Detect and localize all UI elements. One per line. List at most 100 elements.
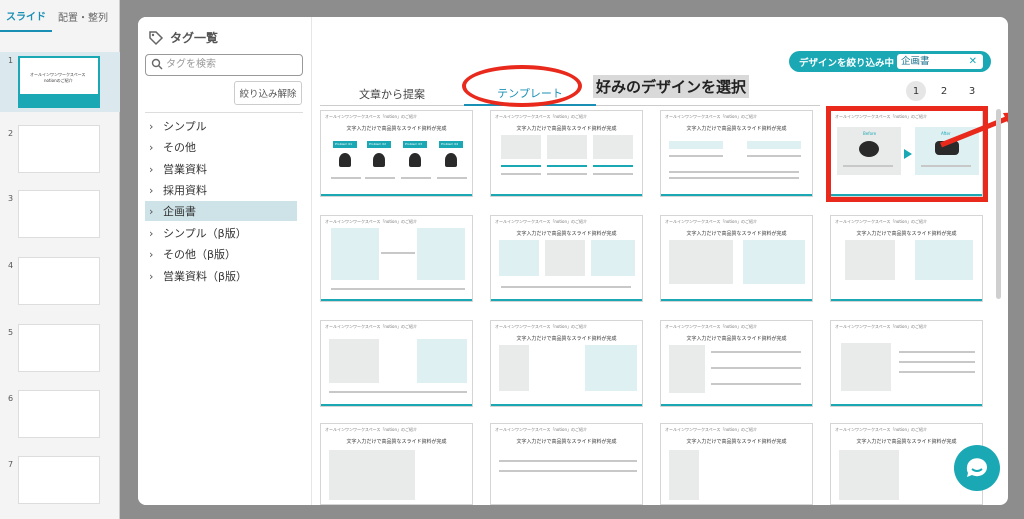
- template-card[interactable]: オールインワンワークスペース「notion」のご紹介 文字入力だけで高品質なスラ…: [660, 215, 813, 302]
- card-title: 文字入力だけで高品質なスライド資料が完成: [516, 336, 617, 342]
- template-card[interactable]: オールインワンワークスペース「notion」のご紹介: [320, 215, 473, 302]
- card-footer: [491, 404, 642, 406]
- slide-thumb-1[interactable]: 1 オールインワンワークスペース notionのご紹介: [0, 52, 120, 112]
- chat-bubble-icon: [966, 458, 987, 477]
- category-other-beta[interactable]: › その他（β版）: [145, 244, 297, 264]
- text-line: [331, 288, 465, 290]
- category-other[interactable]: › その他: [145, 137, 297, 157]
- pagination: 1 2 3: [906, 81, 982, 101]
- tag-sidebar: タグ一覧 タグを検索 絞り込み解除 › シンプル › その他 › 営業資料 › 採用資料…: [138, 17, 312, 505]
- filter-clear-button[interactable]: 絞り込み解除: [234, 81, 302, 105]
- category-label: その他: [163, 141, 196, 154]
- tag-list-header: タグ一覧: [148, 29, 218, 46]
- tag-list-title: タグ一覧: [170, 31, 219, 45]
- text-line: [499, 470, 637, 472]
- template-card[interactable]: オールインワンワークスペース「notion」のご紹介 文字入力だけで高品質なスラ…: [490, 320, 643, 407]
- card-header: オールインワンワークスペース「notion」のご紹介: [665, 114, 758, 119]
- text-line: [547, 165, 587, 167]
- slide-number: 3: [8, 194, 14, 203]
- banner: [669, 141, 723, 149]
- category-label: シンプル（β版）: [163, 227, 247, 240]
- category-recruiting[interactable]: › 採用資料: [145, 180, 297, 200]
- chevron-right-icon: ›: [149, 247, 154, 261]
- card-title: 文字入力だけで高品質なスライド資料が完成: [516, 439, 617, 445]
- design-filter-label: デザインを絞り込み中: [799, 57, 895, 69]
- text-line: [501, 286, 631, 288]
- slide-thumb-2[interactable]: 2: [0, 125, 120, 185]
- chat-button[interactable]: [954, 445, 1000, 491]
- tag-icon: [149, 30, 164, 45]
- template-card[interactable]: オールインワンワークスペース「notion」のご紹介 文字入力だけで高品質なスラ…: [490, 423, 643, 505]
- card-header: オールインワンワークスペース「notion」のご紹介: [835, 324, 928, 329]
- card-footer: [491, 194, 642, 196]
- icon-panel: [839, 450, 899, 500]
- slide-number: 7: [8, 460, 14, 469]
- chevron-right-icon: ›: [149, 162, 154, 176]
- page-3[interactable]: 3: [962, 81, 982, 101]
- content-panel: [845, 240, 895, 280]
- person-icon: [445, 153, 457, 167]
- chevron-right-icon: ›: [149, 269, 154, 283]
- card-footer: [661, 404, 812, 406]
- template-card[interactable]: オールインワンワークスペース「notion」のご紹介 文字入力だけで高品質なスラ…: [660, 320, 813, 407]
- card-header: オールインワンワークスペース「notion」のご紹介: [325, 324, 418, 329]
- text-line: [501, 165, 541, 167]
- text-line: [593, 165, 633, 167]
- template-area: デザインを絞り込み中 企画書✕ ✕ 文章から提案 テンプレート 好みのデザインを…: [312, 17, 1008, 505]
- tag-search-input[interactable]: タグを検索: [145, 54, 303, 76]
- category-sales-beta[interactable]: › 営業資料（β版）: [145, 266, 297, 286]
- content-panel: [499, 240, 539, 276]
- slide-thumb-6[interactable]: 6: [0, 390, 120, 450]
- tab-from-text[interactable]: 文章から提案: [320, 81, 464, 106]
- category-proposal[interactable]: › 企画書: [145, 201, 297, 221]
- template-card[interactable]: オールインワンワークスペース「notion」のご紹介 文字入力だけで高品質なスラ…: [660, 110, 813, 197]
- text-line: [365, 177, 395, 179]
- category-label: 営業資料: [163, 163, 207, 176]
- text-line: [711, 351, 801, 353]
- text-line: [669, 177, 799, 179]
- card-footer: [321, 194, 472, 196]
- template-card[interactable]: オールインワンワークスペース「notion」のご紹介 文字入力だけで高品質なスラ…: [660, 423, 813, 505]
- category-simple-beta[interactable]: › シンプル（β版）: [145, 223, 297, 243]
- category-label: シンプル: [163, 120, 207, 133]
- template-card[interactable]: オールインワンワークスペース「notion」のご紹介 文字入力だけで高品質なスラ…: [320, 110, 473, 197]
- chevron-right-icon: ›: [149, 183, 154, 197]
- annotation-label: 好みのデザインを選択: [593, 75, 750, 98]
- category-label: 採用資料: [163, 184, 207, 197]
- tab-slides[interactable]: スライド: [0, 0, 52, 32]
- template-card[interactable]: オールインワンワークスペース「notion」のご紹介: [830, 320, 983, 407]
- template-card[interactable]: オールインワンワークスペース「notion」のご紹介 文字入力だけで高品質なスラ…: [830, 215, 983, 302]
- slide-thumb-5[interactable]: 5: [0, 324, 120, 384]
- slide-thumb-3[interactable]: 3: [0, 190, 120, 250]
- category-label: その他（β版）: [163, 248, 237, 261]
- tab-layout[interactable]: 配置・整列: [52, 0, 114, 32]
- search-placeholder: タグを検索: [166, 59, 216, 70]
- page-2[interactable]: 2: [934, 81, 954, 101]
- card-footer: [321, 404, 472, 406]
- slide-thumb-4[interactable]: 4: [0, 257, 120, 317]
- slide-preview: [18, 125, 100, 173]
- card-header: オールインワンワークスペース「notion」のご紹介: [495, 219, 588, 224]
- template-card[interactable]: オールインワンワークスペース「notion」のご紹介: [320, 320, 473, 407]
- scrollbar[interactable]: [996, 109, 1001, 299]
- card-title: 文字入力だけで高品質なスライド資料が完成: [686, 336, 787, 342]
- card-title: 文字入力だけで高品質なスライド資料が完成: [686, 126, 787, 132]
- card-header: オールインワンワークスペース「notion」のご紹介: [325, 114, 418, 119]
- card-title: 文字入力だけで高品質なスライド資料が完成: [516, 126, 617, 132]
- card-header: オールインワンワークスペース「notion」のご紹介: [495, 427, 588, 432]
- slide-number: 2: [8, 129, 14, 138]
- template-card[interactable]: オールインワンワークスペース「notion」のご紹介 文字入力だけで高品質なスラ…: [490, 215, 643, 302]
- close-icon[interactable]: ✕: [969, 54, 977, 69]
- icon-panel: [593, 135, 633, 159]
- content-panel: [915, 240, 973, 280]
- page-1[interactable]: 1: [906, 81, 926, 101]
- chevron-right-icon: ›: [149, 140, 154, 154]
- slide-thumb-7[interactable]: 7: [0, 456, 120, 516]
- template-card[interactable]: オールインワンワークスペース「notion」のご紹介 文字入力だけで高品質なスラ…: [490, 110, 643, 197]
- card-header: オールインワンワークスペース「notion」のご紹介: [665, 324, 758, 329]
- category-label: 企画書: [163, 205, 196, 218]
- template-card[interactable]: オールインワンワークスペース「notion」のご紹介 文字入力だけで高品質なスラ…: [320, 423, 473, 505]
- text-line: [329, 391, 467, 393]
- category-simple[interactable]: › シンプル: [145, 116, 297, 136]
- category-sales[interactable]: › 営業資料: [145, 159, 297, 179]
